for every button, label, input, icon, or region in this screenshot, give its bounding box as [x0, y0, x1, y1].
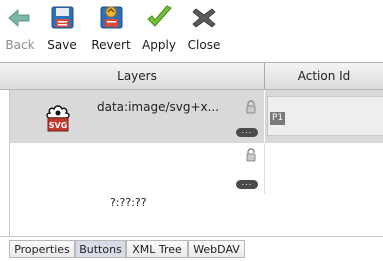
apply-button[interactable]: Apply	[136, 4, 182, 60]
layer-name: data:image/svg+x...	[97, 100, 220, 114]
layer-row-selected[interactable]: SVG data:image/svg+x... ... P1	[10, 90, 383, 143]
tab-webdav[interactable]: WebDAV	[188, 240, 245, 258]
cell-divider	[264, 144, 265, 194]
more-options-button[interactable]: ...	[236, 179, 258, 189]
tab-properties[interactable]: Properties	[9, 240, 75, 258]
close-label: Close	[187, 38, 221, 52]
lock-icon[interactable]	[246, 148, 256, 162]
close-button[interactable]: Close	[180, 4, 228, 60]
revert-button[interactable]: Revert	[84, 4, 138, 60]
cell-divider	[264, 90, 265, 143]
action-id-field[interactable]: P1	[267, 96, 383, 136]
back-button[interactable]: Back	[0, 4, 40, 60]
column-header-action-id[interactable]: Action Id	[265, 63, 383, 89]
svg-text:SVG: SVG	[49, 121, 68, 130]
back-arrow-icon	[5, 4, 35, 32]
layer-row[interactable]: ... ?:??:??	[10, 144, 383, 236]
save-label: Save	[47, 38, 77, 52]
revert-label: Revert	[91, 38, 131, 52]
lock-icon[interactable]	[246, 100, 256, 114]
column-header-layers[interactable]: Layers	[10, 63, 264, 89]
bottom-tab-bar: Properties Buttons XML Tree WebDAV	[0, 236, 383, 261]
table-header: Layers Action Id	[0, 62, 383, 90]
revert-icon	[96, 4, 126, 32]
back-label: Back	[5, 38, 35, 52]
apply-label: Apply	[142, 38, 176, 52]
close-x-icon	[189, 4, 219, 32]
action-id-value: P1	[270, 112, 285, 125]
layer-time: ?:??:??	[110, 196, 147, 209]
tab-buttons[interactable]: Buttons	[75, 240, 126, 258]
svg-file-icon: SVG	[42, 104, 74, 134]
tab-xml-tree[interactable]: XML Tree	[126, 240, 188, 258]
save-button[interactable]: Save	[40, 4, 84, 60]
more-options-button[interactable]: ...	[236, 127, 258, 137]
checkmark-icon	[144, 4, 174, 32]
toolbar: Back Save Revert Apply Close	[0, 0, 383, 62]
floppy-disk-icon	[47, 4, 77, 32]
